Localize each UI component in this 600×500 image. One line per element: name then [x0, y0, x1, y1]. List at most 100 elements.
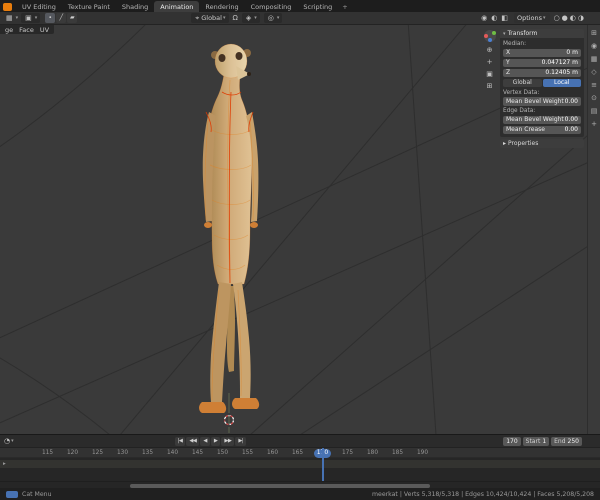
xray-toggle-icon[interactable]: ◧ [499, 12, 510, 24]
tab-animation[interactable]: Animation [154, 1, 200, 12]
channel-row[interactable]: ▸ [0, 460, 600, 468]
rail-diamond-icon[interactable]: ◇ [591, 68, 596, 76]
solid-shading-icon[interactable]: ● [562, 14, 568, 22]
ruler-tick: 180 [366, 450, 379, 456]
wireframe-shading-icon[interactable]: ○ [554, 14, 560, 22]
start-label: Start [525, 437, 541, 445]
material-shading-icon[interactable]: ◐ [570, 14, 576, 22]
channel-expand-icon[interactable]: ▸ [3, 461, 6, 467]
chevron-down-icon: ▾ [222, 15, 226, 21]
editor-type-dropdown-arrow[interactable]: ▾ [15, 15, 20, 21]
prev-keyframe-button[interactable]: ◀◀ [186, 436, 200, 446]
ortho-toggle-icon[interactable]: ⊞ [487, 82, 493, 90]
blender-logo-icon[interactable] [3, 3, 12, 11]
properties-panel-header[interactable]: ▸ Properties [500, 139, 584, 148]
axis-label: X [506, 49, 511, 57]
play-button[interactable]: ▶ [210, 436, 221, 446]
global-space-button[interactable]: Global [503, 78, 542, 87]
tab-scripting[interactable]: Scripting [297, 1, 338, 12]
rail-target-icon[interactable]: ⊙ [591, 94, 597, 102]
menu-face[interactable]: Face [19, 26, 34, 34]
snap-dropdown[interactable]: ◈ ▾ [241, 13, 260, 23]
mode-dropdown[interactable]: ▣ ▾ [21, 13, 41, 23]
camera-view-icon[interactable]: ▣ [486, 70, 493, 78]
median-z-field[interactable]: Z 0.12405 m [503, 68, 581, 77]
start-frame-field[interactable]: Start 1 [522, 436, 550, 446]
options-dropdown[interactable]: Options ▾ [513, 13, 550, 23]
sidebar-n-panel: ▾ Transform Median: X 0 m Y 0.047127 m Z… [500, 29, 584, 148]
timeline-tracks[interactable]: ▸ [0, 458, 600, 481]
timeline-editor: ◔ ▾ |◀ ◀◀ ◀ ▶ ▶▶ ▶| 170 Start 1 End 250 … [0, 434, 600, 488]
ruler-tick: 135 [141, 450, 154, 456]
next-keyframe-button[interactable]: ▶▶ [221, 436, 235, 446]
current-frame-field[interactable]: 170 [503, 436, 521, 446]
playhead[interactable] [322, 448, 324, 481]
editor-type-icon[interactable]: ▦ [4, 12, 15, 24]
tab-rendering[interactable]: Rendering [199, 1, 244, 12]
rail-squared-plus-icon[interactable]: ⊞ [591, 29, 597, 37]
rail-rows-icon[interactable]: ▤ [591, 107, 598, 115]
transform-snap-group: ⌖ Global ▾ Ω ◈ ▾ ◎ ▾ [189, 12, 284, 24]
face-select-button[interactable]: ▰ [67, 13, 78, 23]
end-frame-field[interactable]: End 250 [551, 436, 582, 446]
timeline-scrollbar [0, 481, 600, 488]
tab-texture-paint[interactable]: Texture Paint [62, 1, 116, 12]
show-overlays-icon[interactable]: ◐ [489, 12, 499, 24]
ruler-tick: 115 [41, 450, 54, 456]
mouse-hint-icon [6, 490, 18, 498]
scrollbar-thumb[interactable] [130, 483, 430, 488]
chevron-down-icon: ▾ [34, 15, 38, 21]
rail-plus-icon[interactable]: + [591, 120, 597, 128]
orientation-dropdown[interactable]: ⌖ Global ▾ [191, 13, 229, 23]
frame-ruler[interactable]: 115 120 125 130 135 140 145 150 155 160 … [0, 448, 600, 458]
tab-uv-editing[interactable]: UV Editing [16, 1, 62, 12]
tab-shading[interactable]: Shading [116, 1, 154, 12]
playback-controls: |◀ ◀◀ ◀ ▶ ▶▶ ▶| [174, 436, 247, 446]
end-label: End [554, 437, 566, 445]
axis-value: 0 m [566, 49, 578, 57]
timeline-header: ◔ ▾ |◀ ◀◀ ◀ ▶ ▶▶ ▶| 170 Start 1 End 250 [0, 435, 600, 448]
edge-data-label: Edge Data: [503, 108, 536, 114]
chevron-down-icon: ▾ [543, 15, 546, 21]
rail-gizmo-ball-icon[interactable]: ◉ [591, 42, 597, 50]
ruler-tick: 120 [66, 450, 79, 456]
frame-range-fields: 170 Start 1 End 250 [503, 436, 582, 446]
navigate-gizmo-icon[interactable] [483, 30, 496, 42]
chevron-down-icon[interactable]: ▾ [10, 438, 15, 444]
edge-select-button[interactable]: ╱ [56, 13, 67, 23]
play-reverse-button[interactable]: ◀ [200, 436, 210, 446]
median-y-field[interactable]: Y 0.047127 m [503, 58, 581, 67]
rendered-shading-icon[interactable]: ◑ [578, 14, 584, 22]
meerkat-model [199, 43, 260, 433]
vertex-data-label: Vertex Data: [503, 89, 540, 96]
field-label: Mean Bevel Weight [506, 97, 564, 105]
jump-to-end-button[interactable]: ▶| [235, 436, 247, 446]
ruler-tick: 130 [116, 450, 129, 456]
frame-value: 170 [506, 437, 518, 445]
transform-panel-header[interactable]: ▾ Transform [500, 29, 584, 38]
local-space-button[interactable]: Local [542, 78, 581, 87]
ruler-tick: 150 [216, 450, 229, 456]
rail-grid-icon[interactable]: ▦ [591, 55, 598, 63]
zoom-icon[interactable]: ⊕ [487, 46, 493, 54]
rail-menu-lines-icon[interactable]: ≡ [591, 81, 597, 89]
vertex-bevel-weight-field[interactable]: Mean Bevel Weight 0.00 [503, 97, 581, 106]
proportional-edit-dropdown[interactable]: ◎ ▾ [263, 13, 283, 23]
status-bar: Cat Menu meerkat | Verts 5,318/5,318 | E… [0, 488, 600, 500]
show-gizmo-icon[interactable]: ◉ [479, 12, 489, 24]
viewport-3d[interactable]: ge Face UV ⊕ + ▣ ⊞ ▾ Transform Median: X [0, 25, 600, 434]
tab-compositing[interactable]: Compositing [245, 1, 298, 12]
axis-label: Z [506, 69, 511, 77]
snap-magnet-icon[interactable]: Ω [231, 12, 240, 24]
menu-uv[interactable]: UV [40, 26, 49, 34]
right-icon-rail: ⊞ ◉ ▦ ◇ ≡ ⊙ ▤ + [587, 25, 600, 434]
add-workspace-button[interactable]: + [338, 1, 351, 12]
edge-crease-field[interactable]: Mean Crease 0.00 [503, 125, 581, 134]
axis-label: Y [506, 59, 510, 67]
jump-to-start-button[interactable]: |◀ [174, 436, 186, 446]
menu-edge[interactable]: ge [5, 26, 13, 34]
vertex-select-button[interactable]: ∙ [45, 13, 56, 23]
median-x-field[interactable]: X 0 m [503, 48, 581, 57]
edge-bevel-weight-field[interactable]: Mean Bevel Weight 0.00 [503, 115, 581, 124]
move-view-icon[interactable]: + [487, 58, 493, 66]
